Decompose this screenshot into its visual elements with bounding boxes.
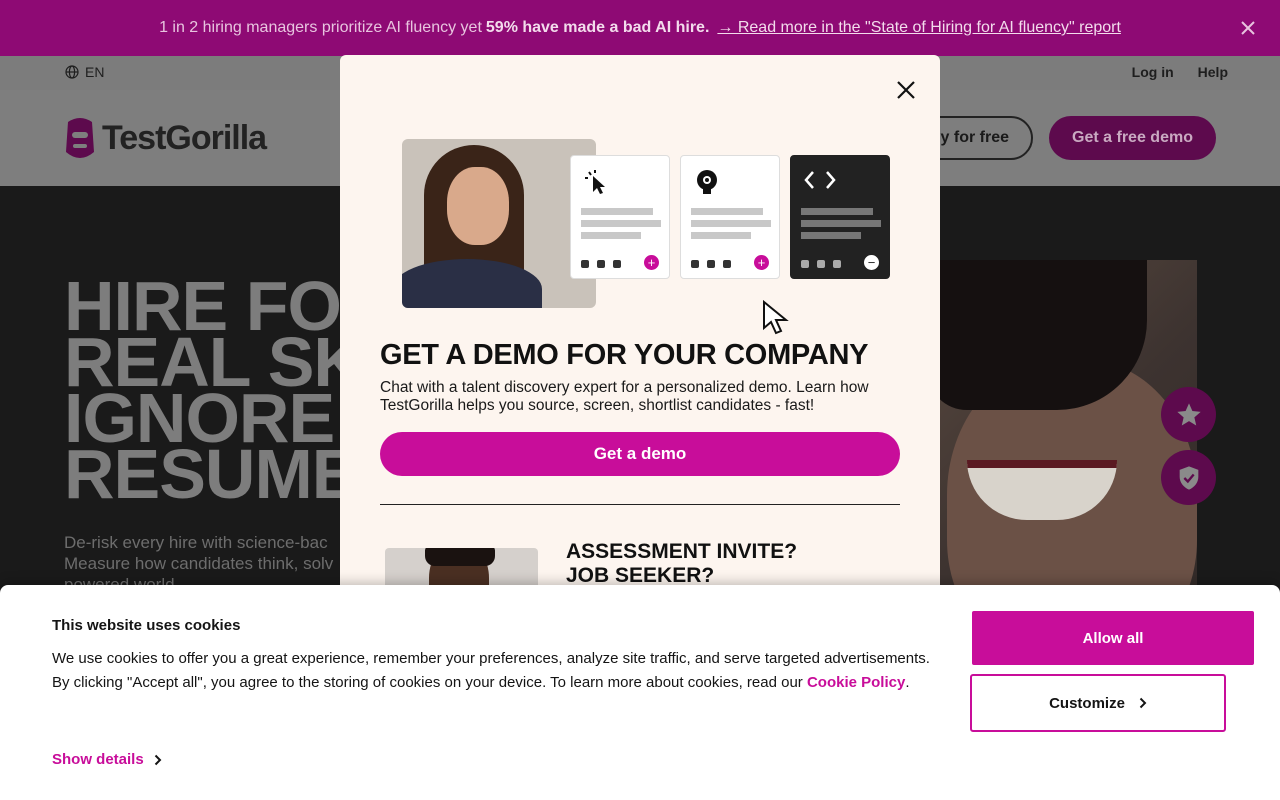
star-icon (1176, 402, 1201, 425)
modal-title: GET A DEMO FOR YOUR COMPANY (380, 339, 869, 371)
language-label: EN (85, 64, 105, 80)
help-link[interactable]: Help (1198, 64, 1228, 80)
show-details-label: Show details (52, 751, 144, 768)
announcement-close-icon[interactable] (1238, 18, 1258, 38)
chevron-right-icon (1139, 697, 1147, 709)
announcement-text: 1 in 2 hiring managers prioritize AI flu… (159, 19, 482, 36)
announcement-bold-text: 59% have made a bad AI hire. (485, 19, 710, 36)
shield-check-icon (1179, 465, 1198, 490)
globe-icon (65, 65, 79, 79)
assessment-card: + (570, 155, 670, 279)
cookie-banner: This website uses cookies We use cookies… (0, 585, 1280, 800)
cookie-policy-link[interactable]: Cookie Policy (807, 674, 905, 691)
announcement-report-link[interactable]: → Read more in the "State of Hiring for … (717, 19, 1121, 37)
gorilla-icon (66, 118, 94, 158)
shield-badge-button[interactable] (1161, 450, 1216, 505)
code-icon (804, 171, 836, 189)
assessment-card: + (680, 155, 780, 279)
announcement-bar: 1 in 2 hiring managers prioritize AI flu… (0, 0, 1280, 56)
cookie-body: We use cookies to offer you a great expe… (52, 650, 930, 691)
login-link[interactable]: Log in (1132, 64, 1174, 80)
hero-hair (937, 260, 1147, 410)
cookie-text: We use cookies to offer you a great expe… (52, 647, 932, 695)
get-free-demo-button[interactable]: Get a free demo (1049, 116, 1216, 160)
assessment-card: − (790, 155, 890, 279)
chevron-right-icon (154, 754, 162, 765)
star-badge-button[interactable] (1161, 387, 1216, 442)
logo-text: TestGorilla (102, 118, 267, 157)
cookie-title: This website uses cookies (52, 617, 241, 634)
brain-gear-icon (697, 170, 717, 194)
person-photo (402, 139, 596, 308)
hero-title-line: RESUME (64, 435, 358, 513)
hero-title: HIRE FO REAL SK IGNORE RESUME (64, 271, 364, 513)
cookie-period: . (905, 674, 910, 691)
customize-label: Customize (1049, 694, 1125, 712)
customize-button[interactable]: Customize (970, 674, 1226, 732)
allow-all-button[interactable]: Allow all (972, 611, 1254, 665)
demo-modal: + + + − (340, 55, 940, 615)
demo-illustration: + + + − (390, 95, 910, 335)
cursor-click-icon (585, 170, 605, 194)
show-details-link[interactable]: Show details (52, 751, 162, 768)
job-seeker-heading: ASSESSMENT INVITE? JOB SEEKER? (566, 540, 797, 588)
try-for-free-label: y for free (940, 129, 1009, 146)
modal-description: Chat with a talent discovery expert for … (380, 379, 869, 414)
language-selector[interactable]: EN (65, 64, 104, 80)
modal-divider (380, 504, 900, 505)
mouse-pointer-icon (763, 300, 789, 335)
testgorilla-logo[interactable]: TestGorilla (64, 114, 267, 162)
job-seeker-heading-line: ASSESSMENT INVITE? (566, 540, 798, 563)
get-a-demo-button[interactable]: Get a demo (380, 432, 900, 476)
